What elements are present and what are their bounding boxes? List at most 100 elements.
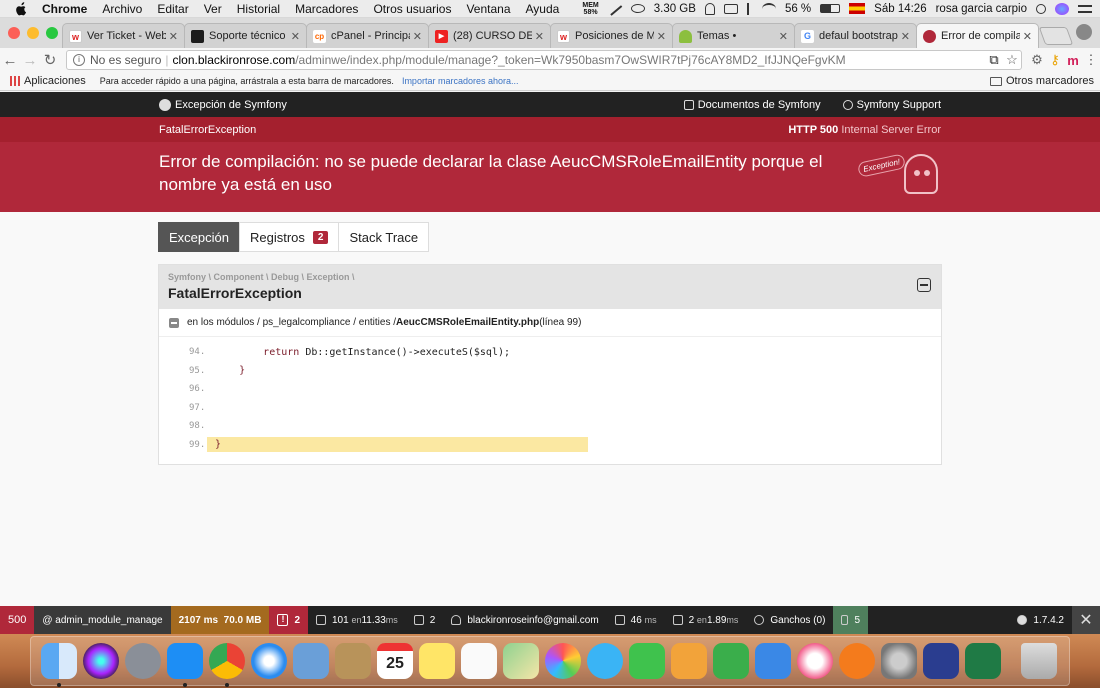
version-panel[interactable]: 1.7.4.2: [1009, 606, 1072, 634]
reload-icon[interactable]: ↻: [40, 51, 60, 69]
apple-icon[interactable]: [14, 1, 28, 16]
user-panel[interactable]: blackironroseinfo@gmail.com: [443, 606, 606, 634]
close-tab-icon[interactable]: ✕: [901, 30, 910, 43]
menu-app-name[interactable]: Chrome: [42, 2, 87, 16]
extension-icon[interactable]: ⚙: [1028, 52, 1046, 68]
numbers-icon[interactable]: [713, 643, 749, 679]
menu-ayuda[interactable]: Ayuda: [526, 2, 560, 16]
back-arrow-icon[interactable]: ←: [0, 52, 20, 69]
profile-avatar-icon[interactable]: [1076, 24, 1092, 40]
collapse-trace-icon[interactable]: [169, 317, 179, 328]
battery-percent[interactable]: 56 %: [785, 3, 811, 15]
bookmark-star-icon[interactable]: ☆: [1003, 52, 1021, 68]
reminders-icon[interactable]: [461, 643, 497, 679]
bluetooth-icon[interactable]: [746, 2, 753, 15]
trash-icon[interactable]: [1021, 643, 1057, 679]
browser-tab-active[interactable]: Error de compilació ✕: [916, 23, 1039, 48]
forward-arrow-icon[interactable]: →: [20, 52, 40, 69]
menu-archivo[interactable]: Archivo: [102, 2, 142, 16]
cast-icon[interactable]: [723, 3, 738, 14]
launchpad-icon[interactable]: [125, 643, 161, 679]
eye-icon[interactable]: [630, 4, 645, 13]
siri-icon[interactable]: [1055, 2, 1069, 15]
import-bookmarks-link[interactable]: Importar marcadores ahora...: [402, 76, 519, 86]
symfony-docs-link[interactable]: Documentos de Symfony: [683, 99, 821, 111]
keynote-icon[interactable]: [755, 643, 791, 679]
key-extension-icon[interactable]: ⚷: [1046, 52, 1064, 68]
itunes-icon[interactable]: [797, 643, 833, 679]
photos-icon[interactable]: [545, 643, 581, 679]
preview-icon[interactable]: [293, 643, 329, 679]
calendar-icon[interactable]: 25: [377, 643, 413, 679]
close-window-button[interactable]: [8, 27, 20, 39]
browser-tab[interactable]: w Ver Ticket - Weber ✕: [62, 23, 185, 48]
excel-icon[interactable]: [965, 643, 1001, 679]
translate-icon[interactable]: ⧉: [985, 52, 1003, 68]
clock[interactable]: Sáb 14:26: [874, 3, 926, 15]
system-preferences-icon[interactable]: [881, 643, 917, 679]
menu-editar[interactable]: Editar: [157, 2, 188, 16]
zoom-window-button[interactable]: [46, 27, 58, 39]
wifi-icon[interactable]: [761, 2, 776, 15]
symfony-support-link[interactable]: Symfony Support: [842, 99, 941, 111]
browser-tab[interactable]: w Posiciones de Mod ✕: [550, 23, 673, 48]
address-bar[interactable]: i No es seguro | clon.blackironrose.com …: [66, 50, 1022, 70]
wrench-icon[interactable]: [607, 1, 623, 16]
tab-exception[interactable]: Excepción: [158, 222, 240, 252]
minimize-window-button[interactable]: [27, 27, 39, 39]
menu-otros-usuarios[interactable]: Otros usuarios: [373, 2, 451, 16]
menu-ver[interactable]: Ver: [204, 2, 222, 16]
safari-icon[interactable]: [251, 643, 287, 679]
browser-tab[interactable]: ▶ (28) CURSO DE PR ✕: [428, 23, 551, 48]
browser-tab[interactable]: cp cPanel - Principal ✕: [306, 23, 429, 48]
close-tab-icon[interactable]: ✕: [535, 30, 544, 43]
bell-icon[interactable]: [704, 2, 715, 15]
events-panel[interactable]: 2 en 1.89 ms: [665, 606, 747, 634]
notification-center-icon[interactable]: [1078, 4, 1092, 13]
close-toolbar-button[interactable]: ✕: [1072, 606, 1100, 634]
chrome-menu-icon[interactable]: ⋮: [1082, 52, 1100, 68]
close-tab-icon[interactable]: ✕: [657, 30, 666, 43]
ibooks-icon[interactable]: [839, 643, 875, 679]
maps-icon[interactable]: [503, 643, 539, 679]
notes-app-icon[interactable]: [335, 643, 371, 679]
pages-icon[interactable]: [671, 643, 707, 679]
hooks-ok-panel[interactable]: 5: [833, 606, 868, 634]
disk-usage[interactable]: 3.30 GB: [654, 3, 696, 15]
chrome-icon[interactable]: [209, 643, 245, 687]
siri-icon[interactable]: [83, 643, 119, 679]
database-panel[interactable]: 101 en 11.33 ms: [308, 606, 406, 634]
close-tab-icon[interactable]: ✕: [291, 30, 300, 43]
spotlight-icon[interactable]: [1036, 3, 1046, 14]
route-name[interactable]: @ admin_module_manage: [34, 606, 171, 634]
tab-logs[interactable]: Registros 2: [238, 222, 340, 252]
modules-panel[interactable]: 2: [406, 606, 444, 634]
collapse-toggle-icon[interactable]: [917, 278, 931, 292]
cyberduck-icon[interactable]: [923, 643, 959, 679]
memory-indicator[interactable]: MEM 58%: [582, 2, 598, 16]
app-store-icon[interactable]: [167, 643, 203, 687]
messages-icon[interactable]: [587, 643, 623, 679]
menu-ventana[interactable]: Ventana: [466, 2, 510, 16]
close-tab-icon[interactable]: ✕: [779, 30, 788, 43]
other-bookmarks[interactable]: Otros marcadores: [989, 75, 1100, 87]
render-time-panel[interactable]: 46 ms: [607, 606, 665, 634]
close-tab-icon[interactable]: ✕: [413, 30, 422, 43]
menu-marcadores[interactable]: Marcadores: [295, 2, 358, 16]
tab-stack-trace[interactable]: Stack Trace: [338, 222, 430, 252]
browser-tab[interactable]: Temas • ✕: [672, 23, 795, 48]
facetime-icon[interactable]: [629, 643, 665, 679]
apps-shortcut[interactable]: Aplicaciones: [10, 75, 86, 87]
menubar-user[interactable]: rosa garcia carpio: [936, 3, 1027, 15]
m-extension-icon[interactable]: m: [1064, 53, 1082, 68]
status-code-badge[interactable]: 500: [0, 606, 35, 634]
menu-historial[interactable]: Historial: [237, 2, 280, 16]
errors-panel[interactable]: ! 2: [269, 606, 308, 634]
browser-tab[interactable]: Soporte técnico - ✕: [184, 23, 307, 48]
performance-panel[interactable]: 2107 ms 70.0 MB: [170, 606, 270, 634]
hooks-panel[interactable]: Ganchos (0): [746, 606, 833, 634]
close-tab-icon[interactable]: ✕: [169, 30, 178, 43]
browser-tab[interactable]: G defaul bootstrap e ✕: [794, 23, 917, 48]
close-tab-icon[interactable]: ✕: [1023, 30, 1032, 43]
finder-icon[interactable]: [41, 643, 77, 687]
